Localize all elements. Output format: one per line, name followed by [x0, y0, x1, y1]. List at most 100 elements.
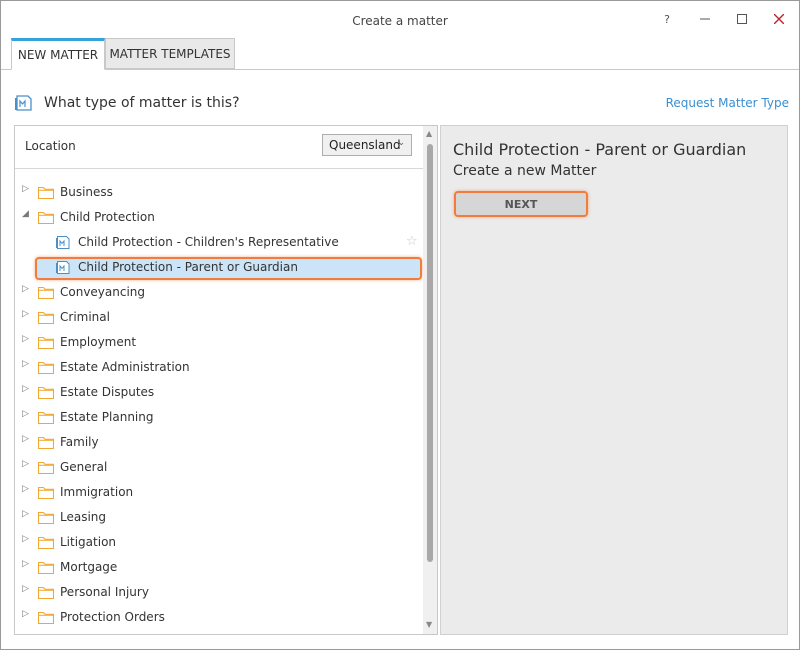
location-value: Queensland	[329, 138, 401, 152]
tree-folder-estate-disputes[interactable]: ▷ Estate Disputes	[15, 381, 423, 403]
tree-folder-employment[interactable]: ▷ Employment	[15, 331, 423, 353]
page-title: What type of matter is this?	[44, 95, 240, 111]
tree-folder-label: General	[60, 460, 108, 474]
tree-folder-estate-administration[interactable]: ▷ Estate Administration	[15, 356, 423, 378]
tree-leaf-child-protection-children-s-representative[interactable]: Child Protection - Children's Representa…	[15, 231, 423, 253]
minimize-button[interactable]	[691, 7, 719, 31]
collapsed-arrow-icon[interactable]: ▷	[22, 359, 29, 369]
scroll-up-icon[interactable]: ▲	[426, 129, 432, 138]
scroll-thumb[interactable]	[427, 144, 433, 562]
detail-subtitle: Create a new Matter	[453, 163, 597, 179]
tree-folder-label: Estate Administration	[60, 360, 190, 374]
tree-folder-label: Employment	[60, 335, 137, 349]
folder-icon	[38, 536, 54, 549]
tree-folder-label: Protection Orders	[60, 610, 165, 624]
tree-leaf-label: Child Protection - Parent or Guardian	[78, 260, 298, 274]
maximize-button[interactable]	[728, 7, 756, 31]
tree-folder-personal-injury[interactable]: ▷ Personal Injury	[15, 581, 423, 603]
tree-folder-child-protection[interactable]: ◢ Child Protection	[15, 206, 423, 228]
collapsed-arrow-icon[interactable]: ▷	[22, 334, 29, 344]
tree-folder-business[interactable]: ▷ Business	[15, 181, 423, 203]
close-button[interactable]	[765, 7, 793, 31]
location-label: Location	[25, 139, 76, 153]
title-bar: Create a matter ?	[1, 1, 799, 39]
tree-folder-label: Estate Planning	[60, 410, 154, 424]
folder-icon	[38, 411, 54, 424]
folder-icon	[38, 386, 54, 399]
tree-folder-estate-planning[interactable]: ▷ Estate Planning	[15, 406, 423, 428]
tab-bar: NEW MATTER MATTER TEMPLATES	[11, 38, 235, 70]
folder-icon	[38, 461, 54, 474]
favorite-star-icon[interactable]: ☆	[406, 234, 418, 249]
folder-icon	[38, 286, 54, 299]
tree-folder-litigation[interactable]: ▷ Litigation	[15, 531, 423, 553]
folder-icon	[38, 561, 54, 574]
tab-new-matter[interactable]: NEW MATTER	[11, 38, 105, 70]
tree-folder-label: Immigration	[60, 485, 134, 499]
collapsed-arrow-icon[interactable]: ▷	[22, 509, 29, 519]
tab-matter-templates[interactable]: MATTER TEMPLATES	[105, 38, 235, 69]
help-button[interactable]: ?	[653, 7, 681, 31]
tree-folder-immigration[interactable]: ▷ Immigration	[15, 481, 423, 503]
matter-type-panel: Location Queensland ⌄ ▷ Business ◢ Child Pr…	[14, 125, 438, 635]
collapsed-arrow-icon[interactable]: ▷	[22, 459, 29, 469]
expanded-arrow-icon[interactable]: ◢	[22, 209, 29, 219]
folder-icon	[38, 486, 54, 499]
minimize-icon	[700, 18, 710, 20]
detail-title: Child Protection - Parent or Guardian	[453, 140, 747, 159]
folder-icon	[38, 361, 54, 374]
tree-folder-label: Leasing	[60, 510, 107, 524]
tree-leaf-child-protection-parent-or-guardian[interactable]: Child Protection - Parent or Guardian	[15, 256, 423, 278]
collapsed-arrow-icon[interactable]: ▷	[22, 609, 29, 619]
maximize-icon	[737, 14, 747, 24]
collapsed-arrow-icon[interactable]: ▷	[22, 434, 29, 444]
collapsed-arrow-icon[interactable]: ▷	[22, 184, 29, 194]
collapsed-arrow-icon[interactable]: ▷	[22, 484, 29, 494]
tree-folder-label: Child Protection	[60, 210, 155, 224]
folder-icon	[38, 611, 54, 624]
tree-folder-leasing[interactable]: ▷ Leasing	[15, 506, 423, 528]
tree-folder-protection-orders[interactable]: ▷ Protection Orders	[15, 606, 423, 628]
tree-folder-label: Litigation	[60, 535, 117, 549]
folder-icon	[38, 436, 54, 449]
matter-detail-panel: Child Protection - Parent or Guardian Cr…	[440, 125, 788, 635]
location-row: Location Queensland ⌄	[15, 126, 423, 169]
tree-folder-conveyancing[interactable]: ▷ Conveyancing	[15, 281, 423, 303]
tree-leaf-label: Child Protection - Children's Representa…	[78, 235, 339, 249]
folder-icon	[38, 511, 54, 524]
folder-icon	[38, 211, 54, 224]
tree-folder-label: Estate Disputes	[60, 385, 155, 399]
tree-folder-label: Conveyancing	[60, 285, 146, 299]
tree-folder-mortgage[interactable]: ▷ Mortgage	[15, 556, 423, 578]
tree-folder-criminal[interactable]: ▷ Criminal	[15, 306, 423, 328]
tree-folder-label: Criminal	[60, 310, 110, 324]
tab-divider	[1, 69, 799, 70]
next-button[interactable]: NEXT	[454, 191, 588, 217]
location-select[interactable]: Queensland ⌄	[322, 134, 412, 156]
collapsed-arrow-icon[interactable]: ▷	[22, 309, 29, 319]
close-icon	[774, 14, 784, 24]
folder-icon	[38, 586, 54, 599]
tree-folder-label: Family	[60, 435, 99, 449]
matter-type-icon	[15, 95, 32, 111]
collapsed-arrow-icon[interactable]: ▷	[22, 584, 29, 594]
chevron-down-icon: ⌄	[397, 138, 405, 148]
tree-folder-label: Mortgage	[60, 560, 118, 574]
folder-icon	[38, 186, 54, 199]
collapsed-arrow-icon[interactable]: ▷	[22, 284, 29, 294]
tree-folder-general[interactable]: ▷ General	[15, 456, 423, 478]
tree-scrollbar[interactable]: ▲ ▼	[423, 126, 437, 634]
folder-icon	[38, 336, 54, 349]
scroll-down-icon[interactable]: ▼	[426, 620, 432, 629]
matter-type-icon	[56, 261, 70, 274]
collapsed-arrow-icon[interactable]: ▷	[22, 534, 29, 544]
collapsed-arrow-icon[interactable]: ▷	[22, 559, 29, 569]
tree-folder-label: Personal Injury	[60, 585, 149, 599]
request-matter-type-link[interactable]: Request Matter Type	[666, 96, 789, 110]
collapsed-arrow-icon[interactable]: ▷	[22, 384, 29, 394]
collapsed-arrow-icon[interactable]: ▷	[22, 409, 29, 419]
tree-folder-label: Business	[60, 185, 113, 199]
tree-folder-family[interactable]: ▷ Family	[15, 431, 423, 453]
create-matter-window: Create a matter ? NEW MATTER MATTER TEMP…	[0, 0, 800, 650]
folder-icon	[38, 311, 54, 324]
